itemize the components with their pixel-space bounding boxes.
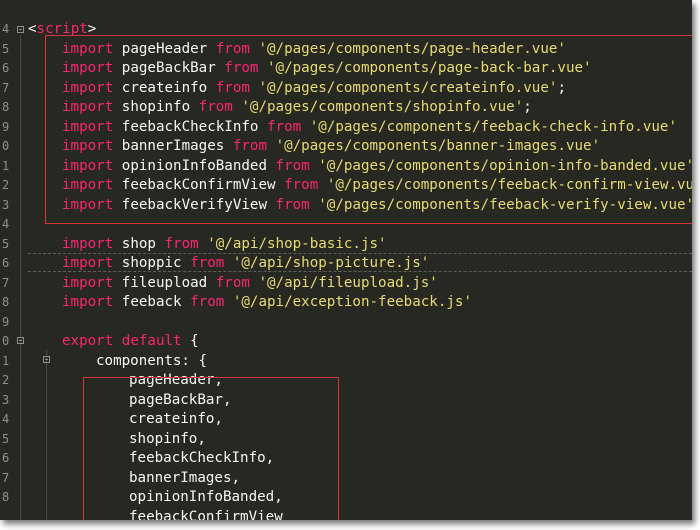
line-number: 5 <box>2 41 10 56</box>
line-number: 8 <box>2 100 10 114</box>
line-number: 7 <box>2 470 10 485</box>
line-number: 8 <box>2 490 10 504</box>
indent-guide <box>20 36 21 520</box>
code-token: '@/api/exception-feeback.js' <box>232 294 473 310</box>
line-number: 0 <box>2 139 10 153</box>
code-token: shoppic <box>113 255 191 271</box>
code-token: shop <box>113 235 165 252</box>
indent-guide <box>46 350 47 520</box>
code-token: import <box>62 294 114 310</box>
code-token: export <box>62 333 114 349</box>
code-line[interactable]: import feeback from '@/api/exception-fee… <box>62 293 472 313</box>
code-token: '@/api/shop-basic.js' <box>207 235 387 252</box>
line-number: 7 <box>2 80 10 95</box>
line-number-gutter: 4 5 6 7 8 9 0 1 2 3 4 5 6 7 8 9 0 1 2 3 4 5 6 7 8 <box>0 0 14 520</box>
line-number: 4 <box>2 22 10 36</box>
line-number: 3 <box>2 392 10 407</box>
code-line[interactable]: import shop from '@/api/shop-basic.js' <box>62 235 387 255</box>
code-token: import <box>62 235 114 252</box>
line-number: 1 <box>2 158 10 173</box>
code-token: import <box>62 274 114 291</box>
fold-toggle-icon[interactable] <box>17 26 24 33</box>
code-token: from <box>164 235 199 252</box>
code-token: feeback <box>113 294 191 310</box>
line-number: 5 <box>2 236 10 251</box>
code-token: import <box>62 255 114 271</box>
code-line[interactable]: import shoppic from '@/api/shop-picture.… <box>62 254 429 274</box>
code-line[interactable]: import fileupload from '@/api/fileupload… <box>62 274 438 294</box>
highlight-box-components <box>83 377 339 520</box>
line-number: 2 <box>2 373 10 387</box>
code-editor-window: 4567890123456789012345678 <script> import… <box>0 0 692 520</box>
code-token: from <box>190 294 225 310</box>
line-number: 9 <box>2 119 10 134</box>
code-token: from <box>190 255 225 271</box>
highlight-box-imports <box>45 35 692 224</box>
line-number: 4 <box>2 217 10 231</box>
code-token: < <box>28 21 37 37</box>
line-number: 5 <box>2 431 10 446</box>
code-token: components: { <box>96 352 208 369</box>
line-number: 0 <box>2 334 10 348</box>
code-token: default <box>121 333 182 349</box>
code-token: { <box>181 333 199 349</box>
line-number: 7 <box>2 275 10 290</box>
code-token: '@/api/shop-picture.js' <box>232 255 430 271</box>
fold-toggle-icon[interactable] <box>17 337 24 344</box>
line-number: 6 <box>2 61 10 75</box>
code-token: fileupload <box>113 274 216 291</box>
line-number: 3 <box>2 197 10 212</box>
line-number: 6 <box>2 451 10 465</box>
code-line[interactable]: components: { <box>96 352 207 372</box>
line-number: 6 <box>2 256 10 270</box>
line-number: 9 <box>2 314 10 329</box>
fold-toggle-icon[interactable] <box>43 356 50 363</box>
line-number: 4 <box>2 412 10 426</box>
line-number: 8 <box>2 295 10 309</box>
code-line[interactable]: export default { <box>62 332 199 352</box>
code-token: '@/api/fileupload.js' <box>258 274 438 291</box>
line-number: 2 <box>2 178 10 192</box>
code-token: from <box>215 274 250 291</box>
line-number: 1 <box>2 353 10 368</box>
